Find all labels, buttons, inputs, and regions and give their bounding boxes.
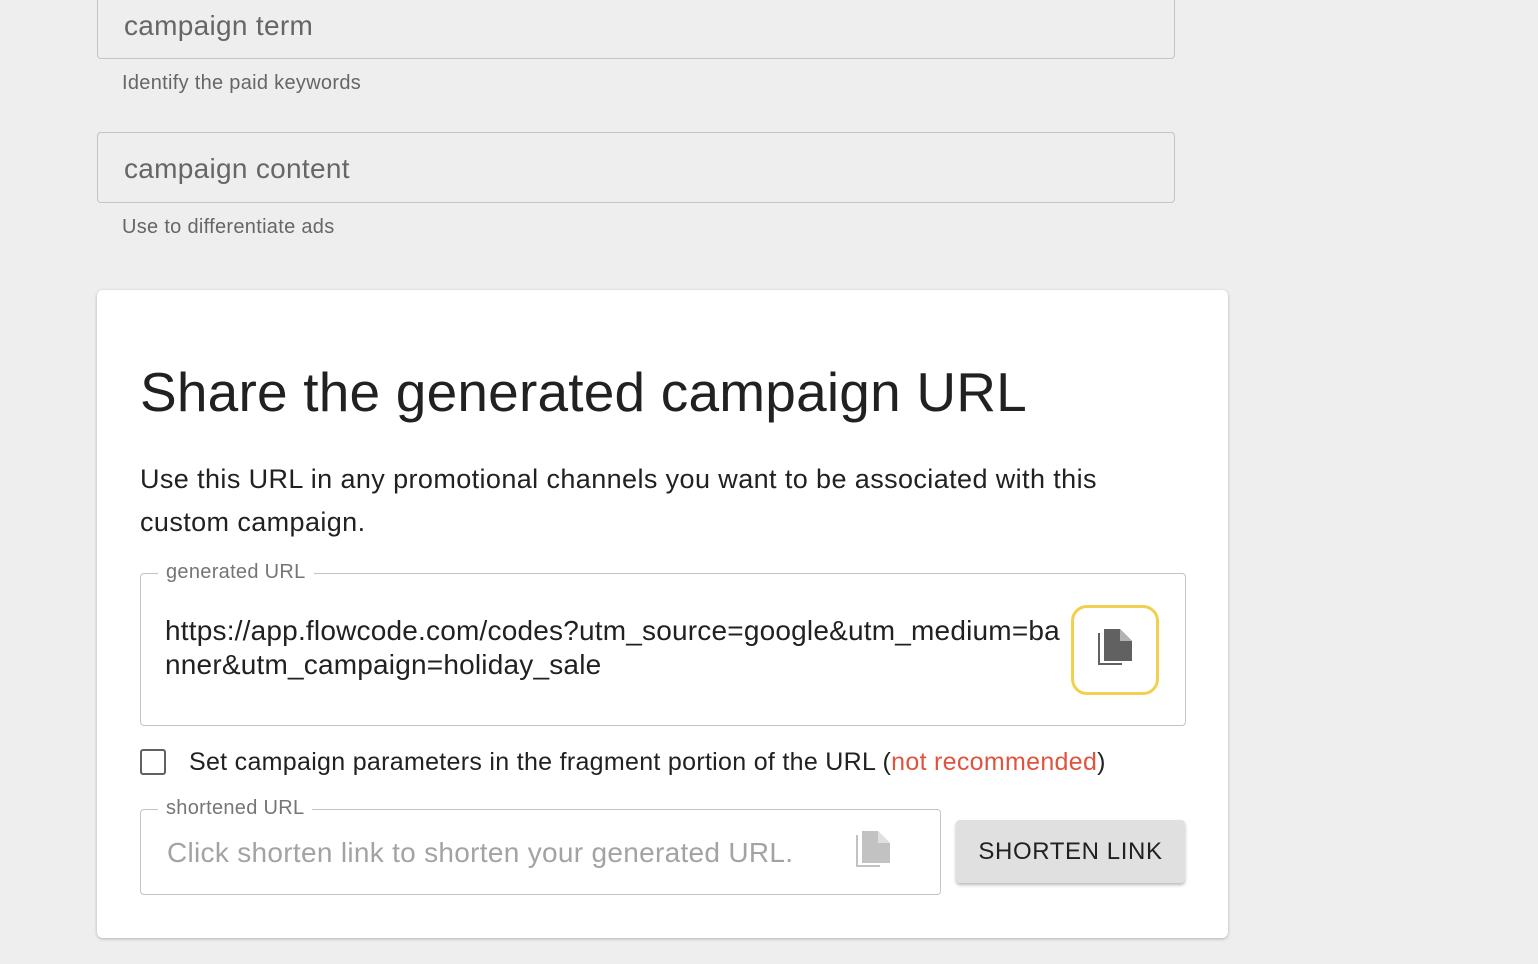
copy-generated-url-button[interactable] — [1071, 605, 1159, 695]
copy-file-icon — [1096, 627, 1134, 674]
fragment-label-prefix: Set campaign parameters in the fragment … — [189, 747, 892, 776]
share-url-card: Share the generated campaign URL Use thi… — [97, 290, 1228, 938]
campaign-term-input[interactable] — [122, 0, 1156, 60]
copy-file-icon — [854, 829, 892, 876]
fragment-checkbox-label[interactable]: Set campaign parameters in the fragment … — [189, 748, 1106, 777]
not-recommended-warning: not recommended — [891, 747, 1098, 776]
card-description: Use this URL in any promotional channels… — [140, 464, 1097, 537]
campaign-term-field[interactable] — [97, 0, 1175, 60]
campaign-content-helper: Use to differentiate ads — [122, 216, 335, 238]
fragment-label-suffix: ) — [1097, 747, 1106, 776]
generated-url-label: generated URL — [158, 559, 314, 585]
card-title: Share the generated campaign URL — [140, 361, 1027, 423]
fragment-checkbox[interactable] — [140, 749, 166, 775]
campaign-content-input[interactable] — [122, 133, 1156, 204]
copy-shortened-url-button[interactable] — [851, 830, 895, 874]
shortened-url-input[interactable] — [165, 810, 829, 896]
generated-url-field: generated URL https://app.flowcode.com/c… — [140, 559, 1186, 726]
campaign-content-field[interactable] — [97, 132, 1175, 204]
campaign-term-helper: Identify the paid keywords — [122, 72, 362, 94]
shorten-link-button[interactable]: SHORTEN LINK — [956, 820, 1185, 883]
shortened-url-field: shortened URL — [140, 795, 941, 896]
generated-url-value[interactable]: https://app.flowcode.com/codes?utm_sourc… — [165, 614, 1075, 682]
fragment-option-row: Set campaign parameters in the fragment … — [140, 746, 1106, 778]
